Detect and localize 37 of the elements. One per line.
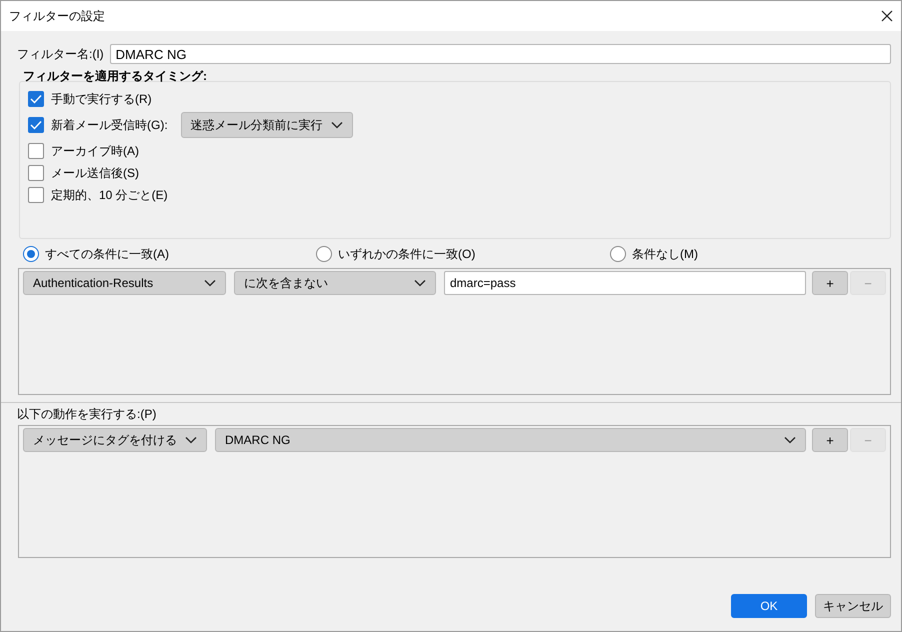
checkbox[interactable] xyxy=(28,143,44,159)
radio-button[interactable] xyxy=(316,246,332,262)
add-button[interactable]: + xyxy=(812,428,848,452)
condition-value-field[interactable]: dmarc=pass xyxy=(444,271,806,295)
ok-button[interactable]: OK xyxy=(731,594,807,618)
add-button[interactable]: + xyxy=(812,271,848,295)
chevron-down-icon xyxy=(414,279,426,287)
radio-label: 条件なし(M) xyxy=(632,246,698,262)
chevron-down-icon xyxy=(330,121,343,129)
filter-name-label: フィルター名:(I) xyxy=(17,46,104,62)
checkbox[interactable] xyxy=(28,187,44,203)
window-title: フィルターの設定 xyxy=(9,8,105,24)
chevron-down-icon xyxy=(784,436,796,444)
actions-label: 以下の動作を実行する:(P) xyxy=(17,406,158,420)
cancel-button[interactable]: キャンセル xyxy=(815,594,891,618)
radio-button[interactable] xyxy=(23,246,39,262)
radio-label: すべての条件に一致(A) xyxy=(45,246,169,262)
checkbox[interactable] xyxy=(28,117,44,133)
condition-dropdown[interactable]: Authentication-Results xyxy=(23,271,226,295)
radio-label: いずれかの条件に一致(O) xyxy=(338,246,476,262)
checkbox-label: 定期的、10 分ごと(E) xyxy=(51,186,168,204)
chevron-down-icon xyxy=(204,279,216,287)
action-target-dropdown[interactable]: DMARC NG xyxy=(215,428,806,452)
checkbox-label: アーカイブ時(A) xyxy=(51,142,139,160)
radio-button[interactable] xyxy=(610,246,626,262)
timing-dropdown[interactable]: 迷惑メール分類前に実行 xyxy=(180,112,353,138)
chevron-down-icon xyxy=(185,436,197,444)
action-dropdown[interactable]: メッセージにタグを付ける xyxy=(23,428,207,452)
filter-name-field[interactable]: DMARC NG xyxy=(110,44,891,64)
checkbox-label: 新着メール受信時(G): xyxy=(51,116,168,134)
close-icon[interactable] xyxy=(881,10,893,22)
checkbox[interactable] xyxy=(28,91,44,107)
condition-operator-dropdown[interactable]: に次を含まない xyxy=(234,271,436,295)
checkbox[interactable] xyxy=(28,165,44,181)
group-title: フィルターを適用するタイミング: xyxy=(23,69,208,83)
checkbox-label: 手動で実行する(R) xyxy=(51,90,152,108)
checkbox-label: メール送信後(S) xyxy=(51,164,139,182)
